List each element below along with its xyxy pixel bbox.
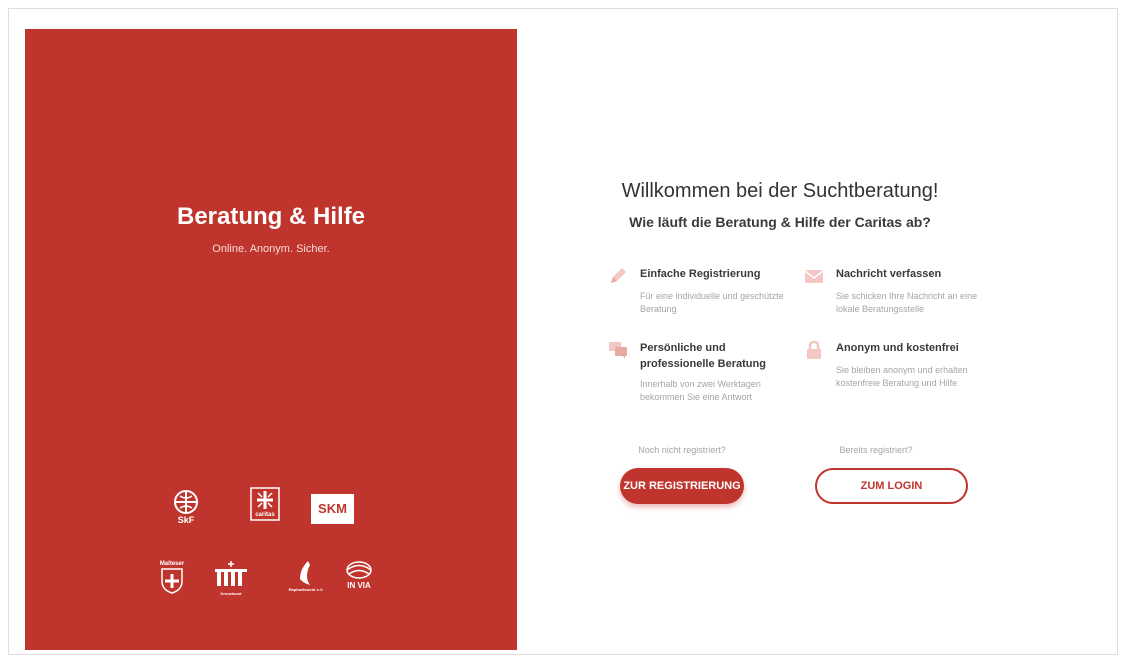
raphaelswerk-wing-icon	[300, 561, 310, 585]
feature-title: Persönliche und professionelle Beratung	[640, 342, 766, 370]
kreuzbund-logo-text: Kreuzbund	[220, 591, 242, 596]
feature-title: Anonym und kostenfrei	[836, 342, 959, 354]
register-button[interactable]: ZUR REGISTRIERUNG	[620, 468, 744, 504]
raphaelswerk-logo-text: Raphaelswerk e.V.	[288, 587, 324, 592]
register-question: Noch nicht registriert?	[638, 445, 726, 455]
login-question: Bereits registriert?	[839, 445, 913, 455]
brand-panel: Beratung & Hilfe Online. Anonym. Sicher.…	[25, 29, 517, 650]
brand-subtitle: Online. Anonym. Sicher.	[212, 243, 330, 255]
welcome-title: Willkommen bei der Suchtberatung!	[621, 180, 939, 202]
feature-description: Für eine individuelle und geschützte Ber…	[640, 291, 784, 314]
feature-title: Einfache Registrierung	[640, 268, 761, 280]
feature-description: Sie schicken Ihre Nachricht an eine loka…	[836, 291, 978, 314]
malteser-shield-icon	[161, 568, 183, 594]
skf-logo-text: SkF	[177, 515, 195, 525]
malteser-logo: Malteser	[155, 561, 189, 595]
malteser-logo-text: Malteser	[159, 561, 185, 567]
feature-title: Nachricht verfassen	[836, 268, 942, 280]
invia-logo-text: IN VIA	[347, 581, 371, 590]
caritas-logo-text: caritas	[255, 512, 275, 518]
skf-emblem-icon	[174, 490, 198, 514]
skf-logo: SkF	[166, 489, 206, 525]
feature-description: Innerhalb von zwei Werktagen bekommen Si…	[640, 379, 761, 402]
lock-icon	[807, 340, 821, 359]
caritas-logo: caritas	[247, 487, 283, 521]
chat-icon	[609, 342, 627, 359]
feature-description: Sie bleiben anonym und erhalten kostenfr…	[836, 365, 968, 388]
kreuzbund-people-icon	[215, 561, 247, 586]
skm-logo-text: SKM	[311, 494, 354, 524]
envelope-icon	[804, 270, 824, 283]
skm-logo: SKM	[311, 494, 355, 524]
raphaelswerk-logo: Raphaelswerk e.V.	[283, 559, 329, 592]
brand-title: Beratung & Hilfe	[176, 203, 365, 230]
welcome-subtitle: Wie läuft die Beratung & Hilfe der Carit…	[629, 214, 931, 230]
invia-globe-icon	[346, 561, 372, 579]
invia-logo: IN VIA	[339, 559, 379, 590]
kreuzbund-logo: Kreuzbund	[209, 559, 253, 596]
pencil-icon	[611, 268, 626, 283]
login-button[interactable]: ZUM LOGIN	[815, 468, 968, 504]
